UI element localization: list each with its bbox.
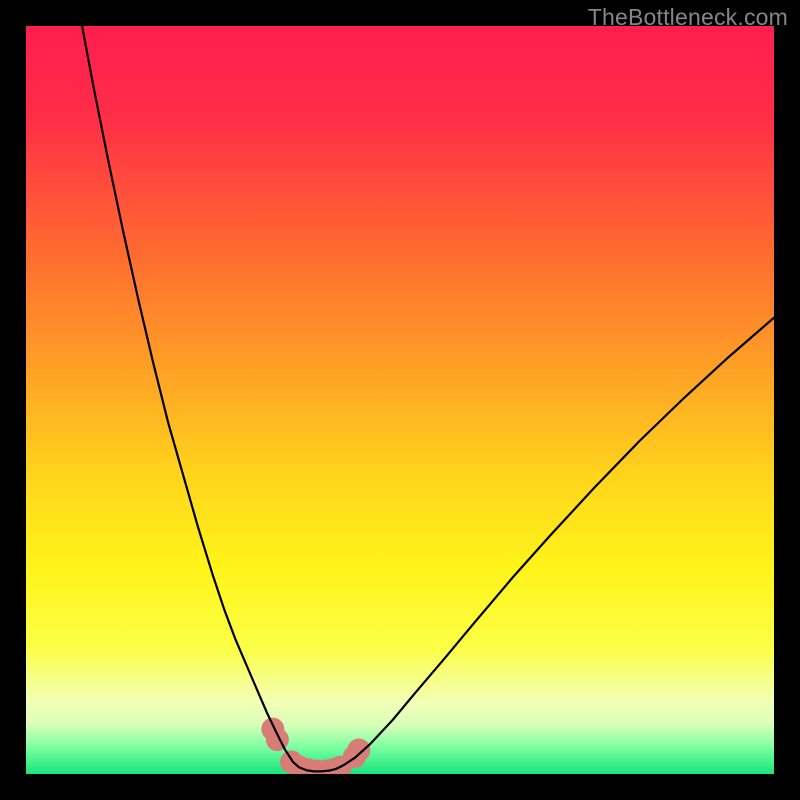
valley-marker <box>348 739 370 761</box>
chart-frame: TheBottleneck.com <box>0 0 800 800</box>
curve-layer <box>26 26 774 774</box>
valley-markers <box>262 718 370 774</box>
plot-area <box>26 26 774 774</box>
bottleneck-curve <box>82 26 774 771</box>
watermark-text: TheBottleneck.com <box>588 4 788 31</box>
